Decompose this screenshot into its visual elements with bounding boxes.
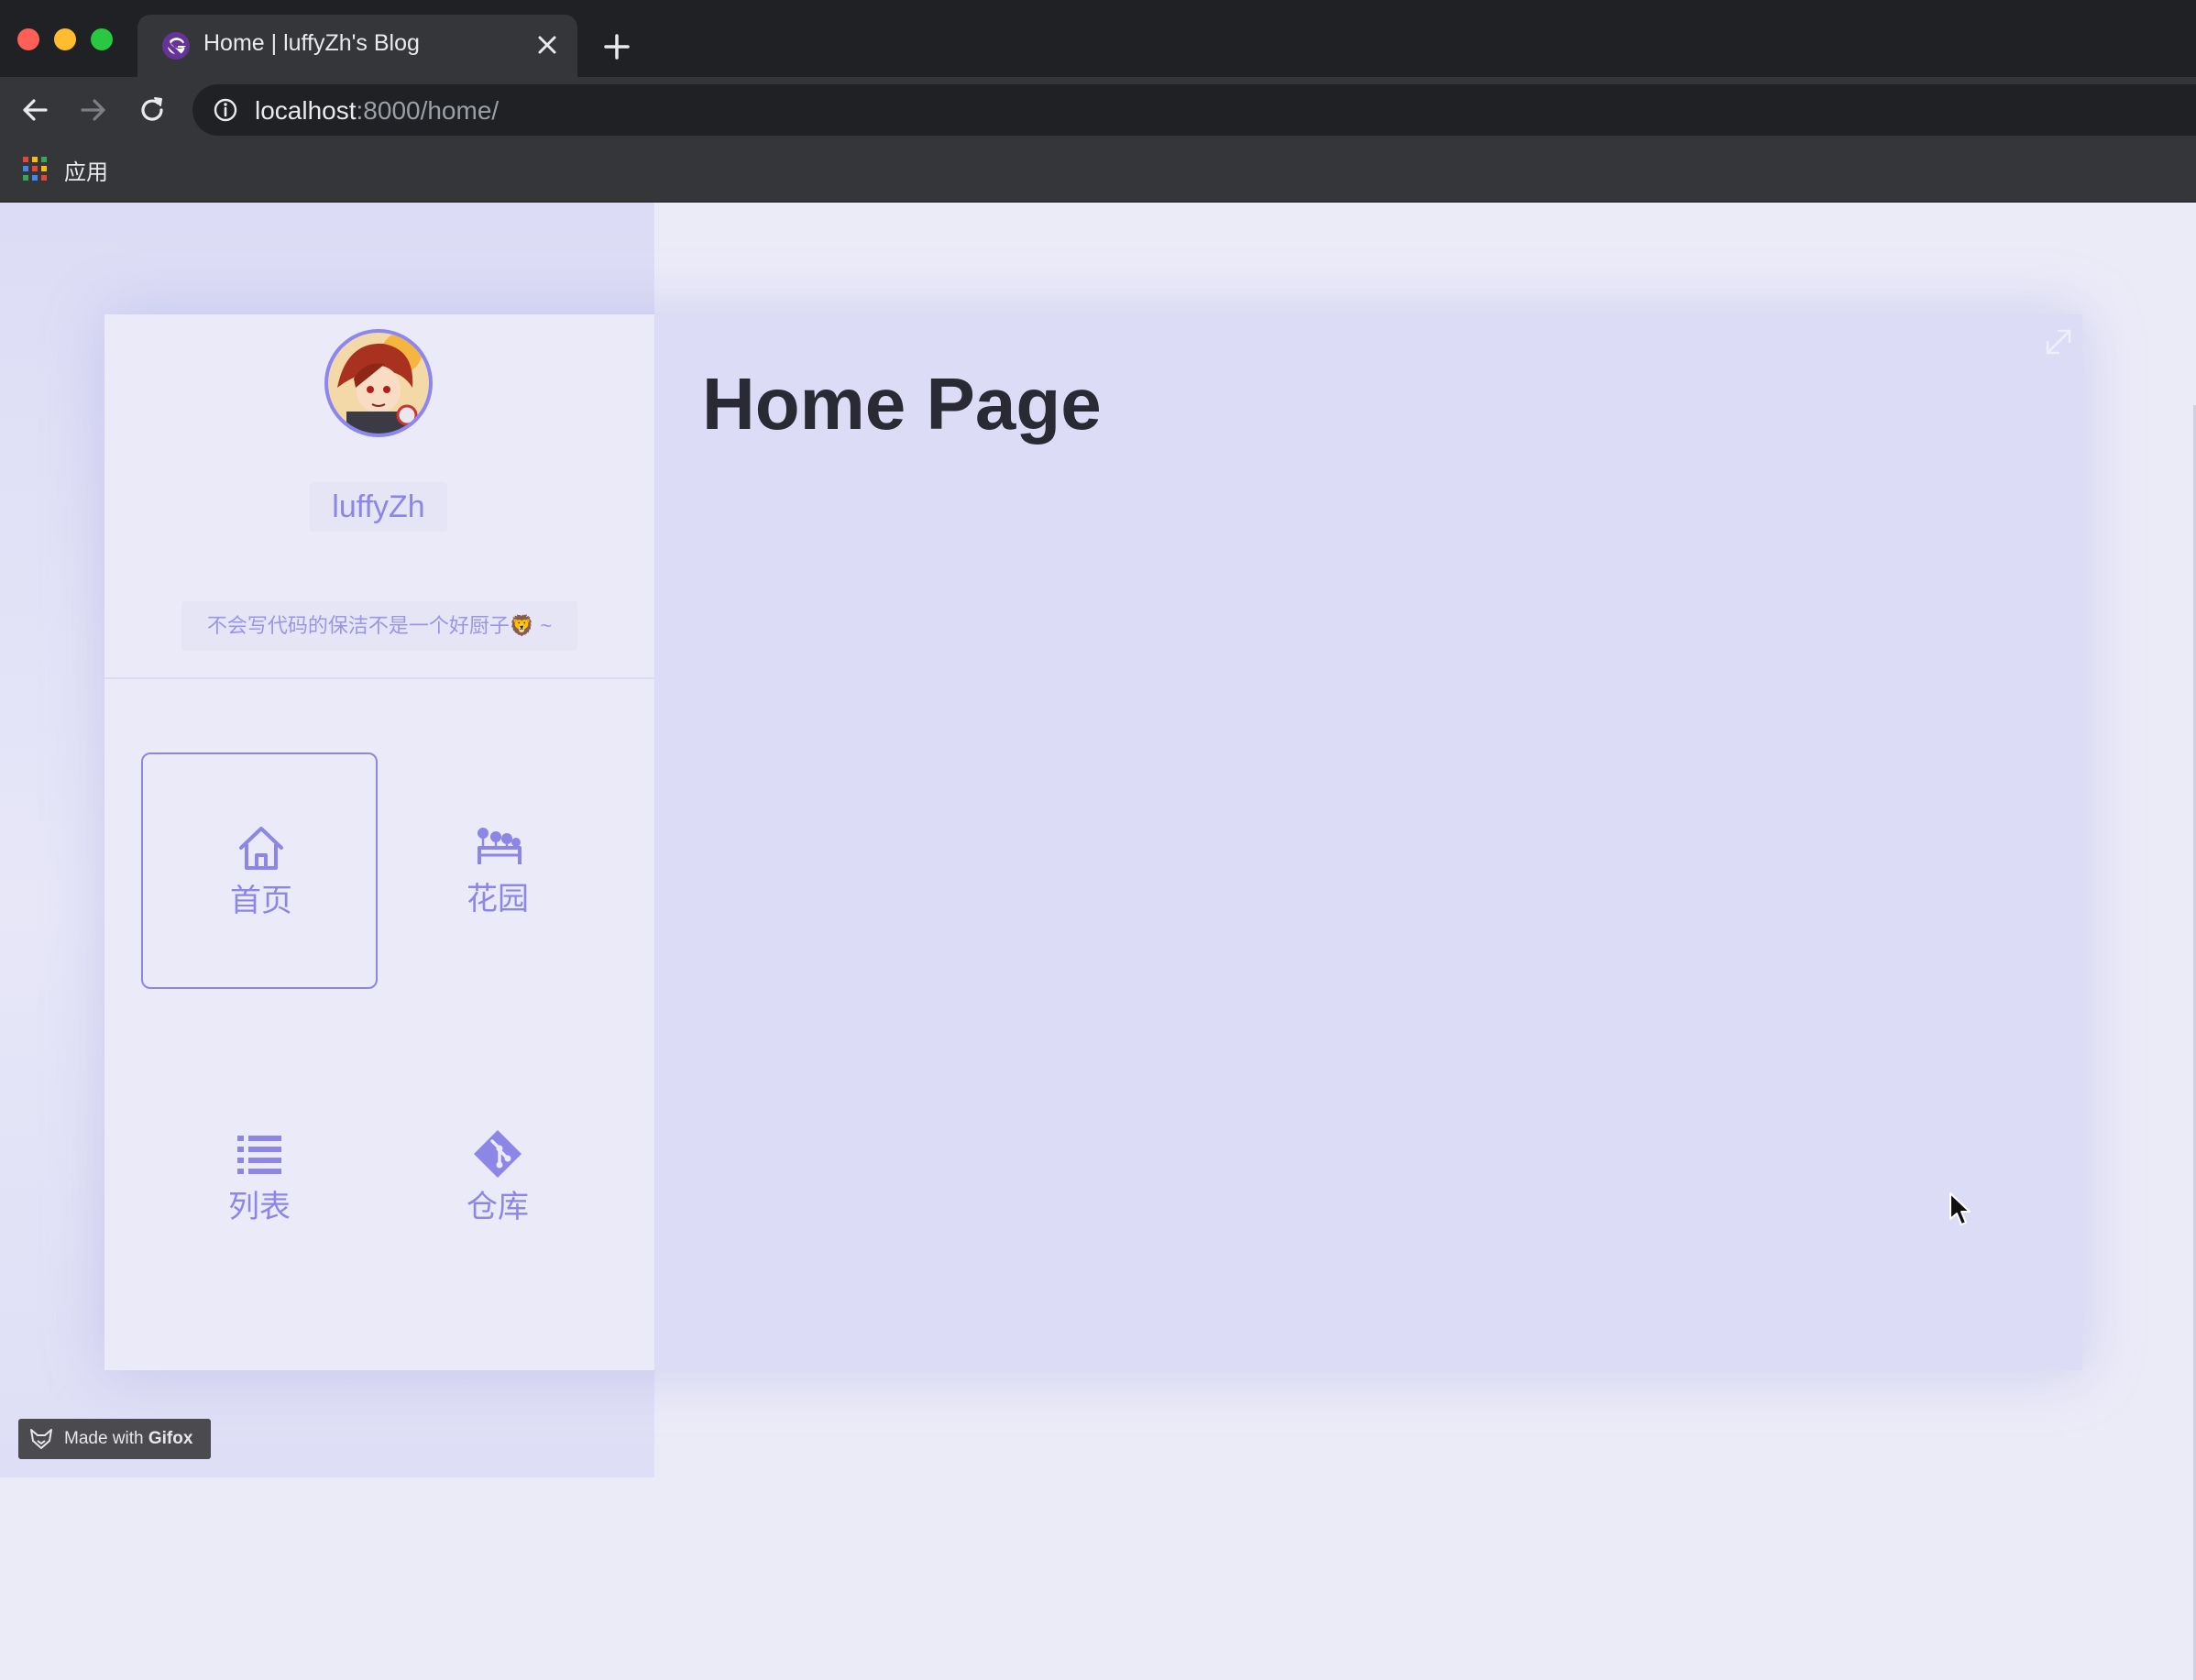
window-close-button[interactable] xyxy=(17,28,39,50)
garden-icon xyxy=(478,828,522,864)
bio-text: 不会写代码的保洁不是一个好厨子🦁 ~ xyxy=(181,601,577,651)
page-title: Home Page xyxy=(702,363,1102,445)
new-tab-icon[interactable] xyxy=(601,31,632,62)
nav-item-repo[interactable]: 仓库 xyxy=(379,1060,616,1297)
nav-label-garden: 花园 xyxy=(467,882,529,917)
back-arrow-icon[interactable] xyxy=(18,93,51,126)
nav-item-list[interactable]: 列表 xyxy=(141,1060,378,1297)
username[interactable]: luffyZh xyxy=(310,482,447,532)
nav-label-list: 列表 xyxy=(228,1190,291,1224)
sidebar: luffyZh 不会写代码的保洁不是一个好厨子🦁 ~ 首页 花园 列表 仓库 xyxy=(104,314,654,1370)
main-content: Home Page xyxy=(654,314,2082,1370)
nav-item-garden[interactable]: 花园 xyxy=(379,752,616,989)
url-text: localhost:8000/home/ xyxy=(255,96,500,125)
nav-item-home[interactable]: 首页 xyxy=(141,752,378,989)
git-repo-icon xyxy=(474,1130,522,1178)
bookmark-apps-label[interactable]: 应用 xyxy=(64,154,108,186)
expand-fullscreen-icon[interactable] xyxy=(2040,324,2077,360)
list-icon xyxy=(237,1136,281,1174)
bookmarks-bar xyxy=(0,143,2196,203)
browser-toolbar: localhost:8000/home/ xyxy=(0,77,2196,143)
site-info-icon[interactable] xyxy=(213,97,238,123)
apps-grid-icon[interactable] xyxy=(22,156,48,181)
avatar[interactable] xyxy=(324,329,433,437)
address-bar[interactable]: localhost:8000/home/ xyxy=(192,84,2196,136)
nav-label-home: 首页 xyxy=(230,884,292,918)
sidebar-divider xyxy=(104,677,654,679)
blog-card: luffyZh 不会写代码的保洁不是一个好厨子🦁 ~ 首页 花园 列表 仓库 H… xyxy=(104,314,2082,1370)
tab-title: Home | luffyZh's Blog xyxy=(203,30,420,56)
avatar-image xyxy=(328,333,429,434)
forward-arrow-icon[interactable] xyxy=(77,93,110,126)
gifox-logo-icon xyxy=(30,1429,52,1449)
window-maximize-button[interactable] xyxy=(91,28,113,50)
reload-icon[interactable] xyxy=(136,93,169,126)
home-icon xyxy=(239,827,283,870)
browser-titlebar: Home | luffyZh's Blog xyxy=(0,0,2196,77)
watermark-text: Made with Gifox xyxy=(64,1429,193,1448)
mouse-cursor-icon xyxy=(1949,1192,1971,1225)
nav-label-repo: 仓库 xyxy=(467,1190,529,1224)
window-minimize-button[interactable] xyxy=(54,28,76,50)
gifox-watermark: Made with Gifox xyxy=(18,1419,211,1459)
page-viewport: luffyZh 不会写代码的保洁不是一个好厨子🦁 ~ 首页 花园 列表 仓库 H… xyxy=(0,203,2196,1680)
tab-close-icon[interactable] xyxy=(535,33,559,57)
gatsby-favicon-icon xyxy=(162,32,190,60)
browser-tab-active[interactable]: Home | luffyZh's Blog xyxy=(137,15,577,77)
